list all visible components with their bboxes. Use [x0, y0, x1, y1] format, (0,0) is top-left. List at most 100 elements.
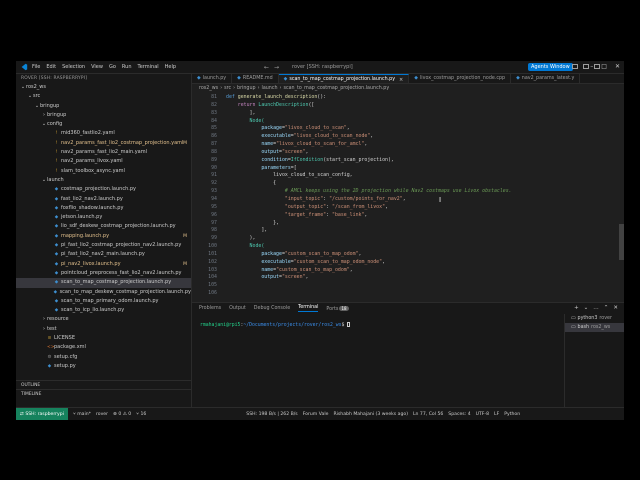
editor-tab[interactable]: ◆ livox_costmap_projection_node.cpp [409, 74, 512, 83]
editor-tab[interactable]: ◆ launch.py [192, 74, 233, 83]
maximize-icon[interactable]: □ [601, 63, 607, 70]
cursor-position[interactable]: Ln 77, Col 56 [413, 412, 443, 417]
tree-file[interactable]: <> package.xml [16, 343, 191, 352]
py-file-icon: ◆ [54, 298, 59, 304]
editor-tab[interactable]: ◆ scan_to_map_costmap_projection.launch.p… [278, 74, 410, 84]
tree-file[interactable]: ! mid360_fastlio2.yaml [16, 129, 191, 138]
tree-file[interactable]: ◆ pi_fast_lio2_costmap_projection_nav2.la… [16, 241, 191, 250]
toggle-panel-icon[interactable] [583, 64, 589, 69]
tree-folder[interactable]: › bringup [16, 111, 191, 120]
tree-file[interactable]: ⚙ setup.cfg [16, 353, 191, 362]
close-panel-icon[interactable]: ✕ [613, 305, 618, 311]
code-view[interactable]: 81 def generate_launch_description(): 82 r… [192, 94, 624, 298]
git-blame[interactable]: Rishabh Mahajani (3 weeks ago) [333, 412, 408, 417]
editor-tab[interactable]: ◆ nav2_params_latest.y [511, 74, 581, 83]
tree-file[interactable]: ◆ scan_to_map_deskew_costmap_projection.l… [16, 288, 191, 297]
explorer-header[interactable]: ROVER [SSH: RASPBERRYPI] [16, 74, 191, 83]
terminal-instance[interactable]: ▭ python3 rover [565, 314, 624, 323]
close-tab-icon[interactable]: × [399, 75, 403, 84]
maximize-panel-icon[interactable]: ⌃ [604, 305, 609, 311]
tree-folder[interactable]: ⌄ ros2_ws [16, 83, 191, 92]
tree-file[interactable]: ! slam_toolbox_async.yaml [16, 167, 191, 176]
editor-tab[interactable]: ◆ README.md [232, 74, 279, 83]
tree-folder[interactable]: ⌄ config [16, 120, 191, 129]
menu-edit[interactable]: Edit [46, 64, 56, 70]
back-arrow-icon[interactable]: ← [264, 64, 269, 71]
menu-terminal[interactable]: Terminal [138, 64, 159, 70]
editor-scrollbar[interactable] [618, 94, 624, 302]
chevron-down-icon[interactable]: ⌄ [584, 305, 589, 311]
indentation[interactable]: Spaces: 4 [448, 412, 470, 417]
tree-file[interactable]: ◆ scan_to_map_primary_odom.launch.py [16, 297, 191, 306]
panel-tab-output[interactable]: Output [229, 306, 246, 311]
tree-file[interactable]: ◆ scan_to_map_costmap_projection.launch.p… [16, 278, 191, 288]
breadcrumb-item[interactable]: launch [262, 84, 278, 93]
tree-file[interactable]: ◆ fast_lio2_nav2.launch.py [16, 195, 191, 204]
tree-file[interactable]: ◆ scan_to_icp_lio.launch.py [16, 306, 191, 315]
breadcrumb-item[interactable]: scan_to_map_costmap_projection.launch.py [283, 84, 389, 93]
tree-item-label: test [47, 325, 57, 332]
agents-window-button[interactable]: Agents Window [528, 63, 573, 71]
tree-file[interactable]: ! nav2_params_fast_lio2_costmap_projectio… [16, 139, 191, 148]
code-token: # AMCL keeps using the 2D projection whi… [226, 188, 512, 195]
branch-status[interactable]: ⑂ main* [73, 411, 91, 417]
tree-folder[interactable]: › resource [16, 315, 191, 324]
minimize-icon[interactable]: – [590, 63, 593, 70]
toggle-sidebar-icon[interactable] [572, 64, 578, 69]
tree-file[interactable]: ◆ setup.py [16, 362, 191, 371]
tree-file[interactable]: ◆ pointcloud_preprocess_fast_lio2_nav2.la… [16, 269, 191, 278]
tree-file[interactable]: ! nav2_params_livox.yaml [16, 157, 191, 166]
tree-file[interactable]: ◆ foxflio_shadow.launch.py [16, 204, 191, 213]
code-token: condition [226, 156, 288, 163]
tree-file[interactable]: ◆ pi_nav2_livox.launch.py M [16, 260, 191, 269]
panel-tab-ports[interactable]: Ports 18 [326, 305, 349, 312]
forum-status[interactable]: Forum Vale [303, 412, 329, 417]
new-terminal-icon[interactable]: + [574, 305, 579, 311]
line-ending[interactable]: LF [494, 412, 499, 417]
menu-file[interactable]: File [32, 64, 40, 70]
tree-item-label: pi_nav2_livox.launch.py [61, 260, 121, 267]
tree-file[interactable]: ◆ costmap_projection.launch.py [16, 185, 191, 194]
py-file-icon: ◆ [47, 363, 52, 369]
tree-folder[interactable]: ⌄ bringup [16, 102, 191, 111]
menu-view[interactable]: View [91, 64, 103, 70]
tree-file[interactable]: ◆ lio_sdf_deskew_costmap_projection.launc… [16, 222, 191, 231]
menu-go[interactable]: Go [109, 64, 116, 70]
outline-section[interactable]: OUTLINE [16, 380, 192, 389]
language-mode[interactable]: Python [504, 412, 520, 417]
menu-help[interactable]: Help [165, 64, 176, 70]
forward-arrow-icon[interactable]: → [274, 64, 279, 71]
panel-tab-debug-console[interactable]: Debug Console [254, 306, 290, 311]
tree-file[interactable]: ≡ LICENSE [16, 334, 191, 343]
breadcrumb-item[interactable]: src [224, 84, 231, 93]
problems-status[interactable]: ⊗ 0 ⚠ 0 [113, 412, 131, 417]
code-text: def generate_launch_description(): [226, 94, 326, 102]
terminal-instance[interactable]: ▭ bash ros2_ws [565, 323, 624, 332]
tree-file[interactable]: ◆ mapping.launch.py M [16, 232, 191, 241]
encoding[interactable]: UTF-8 [476, 412, 489, 417]
panel-tab-terminal[interactable]: Terminal [298, 305, 319, 312]
code-token: generate_launch_description [237, 94, 318, 100]
tree-folder[interactable]: ⌄ src [16, 92, 191, 101]
breadcrumb-item[interactable]: ros2_ws [199, 84, 218, 93]
scrollbar-thumb[interactable] [619, 224, 624, 260]
tree-file[interactable]: ◆ jetson.launch.py [16, 213, 191, 222]
tree-folder[interactable]: › test [16, 325, 191, 334]
menu-run[interactable]: Run [122, 64, 132, 70]
tree-folder[interactable]: ⌄ launch [16, 176, 191, 185]
panel-tab-problems[interactable]: Problems [199, 306, 221, 311]
terminal-output[interactable]: rmahajani@rpi5:~/Documents/projects/rove… [200, 322, 351, 328]
remote-indicator[interactable]: ⇄ SSH: raspberrypi [16, 407, 68, 420]
timeline-section[interactable]: TIMELINE [16, 389, 192, 398]
close-icon[interactable]: ✕ [615, 63, 620, 70]
tree-file[interactable]: ! nav2_params_fast_lio2_main.yaml [16, 148, 191, 157]
breadcrumb-item[interactable]: bringup [237, 84, 256, 93]
code-line: 89 condition=IfCondition(start_scan_proj… [192, 157, 624, 165]
project-status[interactable]: rover [96, 412, 108, 417]
menu-selection[interactable]: Selection [62, 64, 85, 70]
more-icon[interactable]: … [593, 305, 599, 311]
tree-file[interactable]: ◆ pi_fast_lio2_nav2_main.launch.py [16, 250, 191, 259]
ports-status[interactable]: ⑂ 16 [136, 411, 146, 417]
code-line: 99 ), [192, 235, 624, 243]
code-token: return [226, 101, 259, 108]
